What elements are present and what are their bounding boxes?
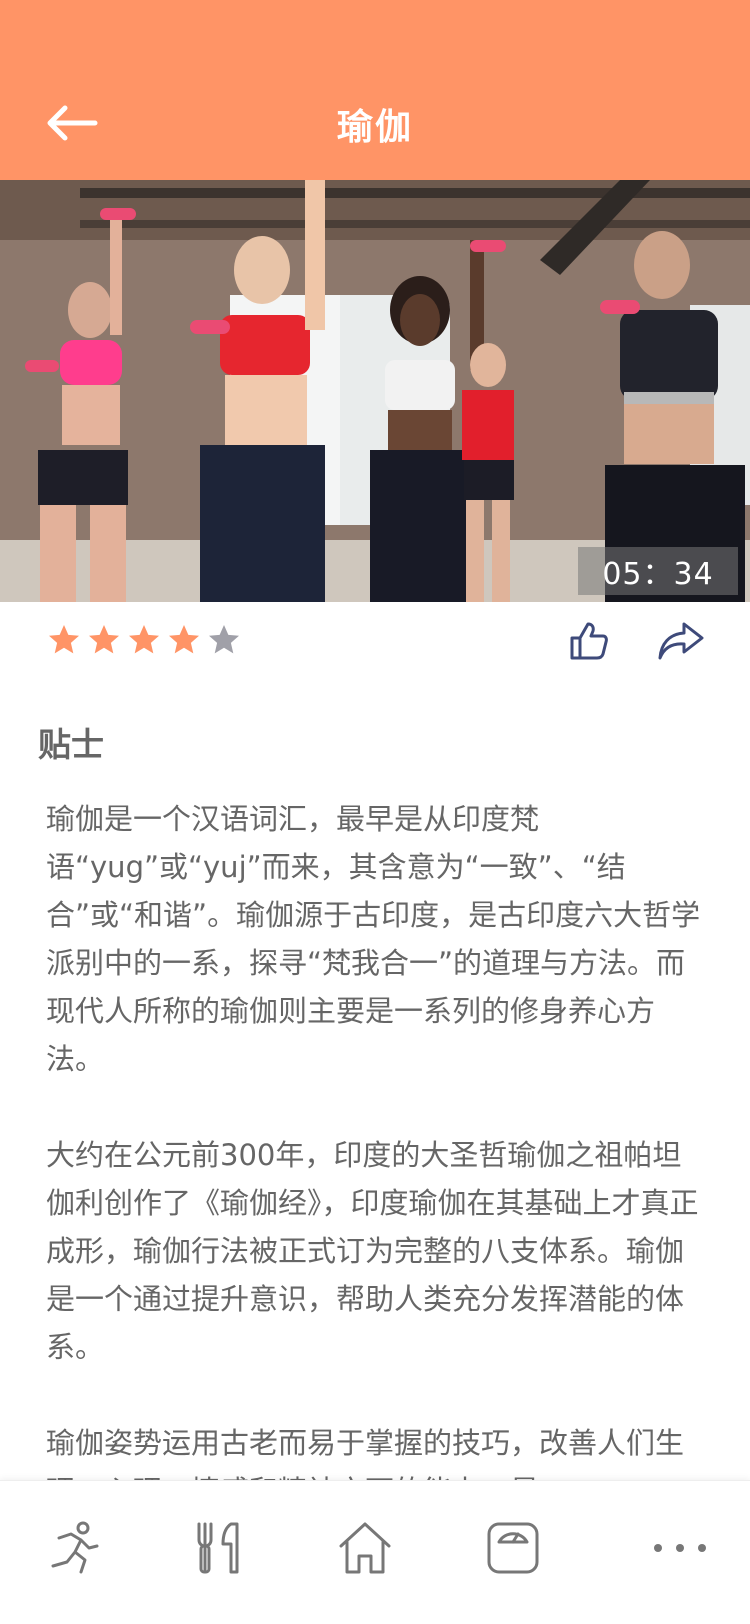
star-icon[interactable]	[126, 622, 162, 658]
video-timer: 05：34	[578, 547, 738, 595]
star-icon[interactable]	[86, 622, 122, 658]
tips-content: 瑜伽是一个汉语词汇，最早是从印度梵语“yug”或“yuj”而来，其含意为“一致”…	[46, 795, 706, 1480]
thumbs-up-icon	[570, 622, 608, 660]
running-icon	[51, 1521, 99, 1574]
tips-paragraph: 瑜伽姿势运用古老而易于掌握的技巧，改善人们生理、心理、情感和精神方面的能力，是	[46, 1426, 685, 1480]
tips-paragraph: 瑜伽是一个汉语词汇，最早是从印度梵语“yug”或“yuj”而来，其含意为“一致”…	[46, 802, 701, 1076]
app-screen: 瑜伽 05：34 贴士 瑜伽是一个汉语词汇，最早是从印度梵语“yug”或“yuj…	[0, 0, 750, 1624]
tips-heading: 贴士	[38, 725, 104, 764]
more-icon	[654, 1544, 706, 1552]
utensils-icon	[197, 1522, 239, 1574]
star-icon[interactable]	[166, 622, 202, 658]
nav-item-more[interactable]	[640, 1513, 720, 1583]
page-title: 瑜伽	[336, 107, 413, 148]
nav-item-exercise[interactable]	[38, 1513, 108, 1583]
bottom-navigation	[0, 1480, 750, 1624]
star-icon[interactable]	[206, 622, 242, 658]
scale-icon	[487, 1522, 539, 1574]
nav-item-home[interactable]	[330, 1513, 400, 1583]
star-rating[interactable]	[46, 622, 242, 658]
share-icon	[658, 622, 704, 660]
video-thumbnail	[0, 180, 750, 602]
star-icon[interactable]	[46, 622, 82, 658]
nav-item-diet[interactable]	[184, 1513, 254, 1583]
video-player[interactable]: 05：34	[0, 180, 750, 602]
header-bar: 瑜伽	[0, 0, 750, 180]
like-button[interactable]	[568, 620, 610, 662]
home-icon	[339, 1522, 391, 1574]
share-button[interactable]	[656, 620, 706, 662]
nav-item-weight[interactable]	[478, 1513, 548, 1583]
tips-paragraph: 大约在公元前300年，印度的大圣哲瑜伽之祖帕坦伽利创作了《瑜伽经》，印度瑜伽在其…	[46, 1138, 699, 1364]
